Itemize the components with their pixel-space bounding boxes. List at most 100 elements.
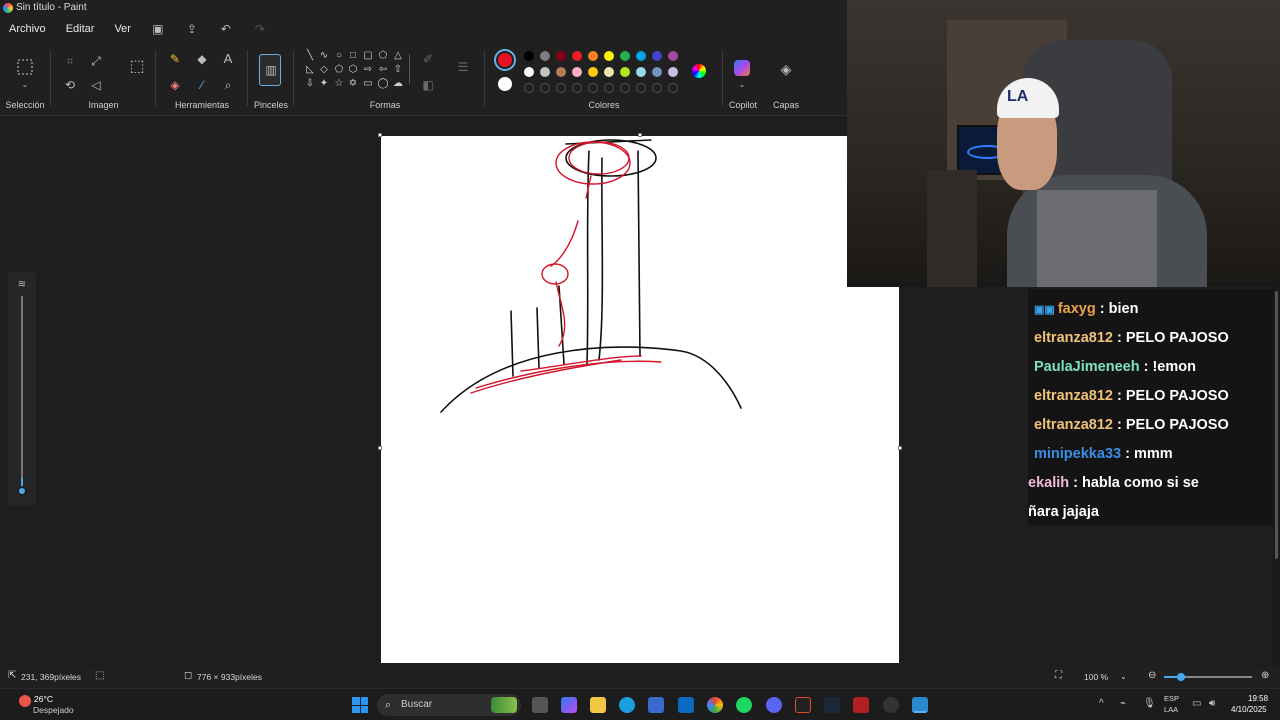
game-app-icon[interactable]	[853, 697, 869, 713]
palette-color-swatch[interactable]	[604, 67, 614, 77]
palette-color-swatch[interactable]	[652, 51, 662, 61]
palette-color-swatch[interactable]	[636, 51, 646, 61]
select-rectangle-icon[interactable]	[17, 59, 33, 75]
share-icon[interactable]: ⇪	[185, 22, 199, 36]
discord-icon[interactable]	[766, 697, 782, 713]
fill-icon[interactable]: ◧	[420, 78, 436, 92]
primary-color-button[interactable]	[494, 49, 516, 71]
brush-button[interactable]: ▥	[259, 54, 281, 86]
file-explorer-icon[interactable]	[590, 697, 606, 713]
resize-handle-left[interactable]	[378, 446, 382, 450]
palette-color-swatch[interactable]	[604, 51, 614, 61]
copilot-taskbar-icon[interactable]	[561, 697, 577, 713]
palette-color-swatch[interactable]	[668, 51, 678, 61]
copilot-icon[interactable]	[734, 60, 750, 76]
resize-handle-top[interactable]	[638, 133, 642, 137]
task-view-icon[interactable]	[532, 697, 548, 713]
network-icon[interactable]: ⌁	[1120, 698, 1126, 709]
custom-color-slot[interactable]	[652, 83, 662, 93]
color-picker-icon[interactable]: ⁄	[194, 78, 210, 92]
resize-handle-right[interactable]	[898, 446, 902, 450]
zoom-slider-thumb[interactable]	[1177, 673, 1185, 681]
resize-handle-tl[interactable]	[378, 133, 382, 137]
custom-color-slot[interactable]	[588, 83, 598, 93]
steam-icon[interactable]	[824, 697, 840, 713]
flip-icon[interactable]: ◁	[88, 78, 104, 92]
custom-color-slot[interactable]	[604, 83, 614, 93]
volume-icon[interactable]: 🔊︎	[1209, 698, 1215, 709]
chevron-up-icon[interactable]: ^	[1099, 698, 1104, 709]
eraser-icon[interactable]: ◈	[167, 78, 183, 92]
windows-start-icon[interactable]	[352, 697, 368, 713]
chevron-down-icon[interactable]: ⌄	[1120, 672, 1127, 681]
weather-icon[interactable]	[19, 695, 31, 707]
edit-colors-icon[interactable]	[692, 64, 706, 78]
palette-color-swatch[interactable]	[556, 67, 566, 77]
save-icon[interactable]: ▣	[151, 22, 165, 36]
layers-icon[interactable]: ◈	[778, 62, 794, 76]
obs-icon[interactable]	[883, 697, 899, 713]
fit-to-window-icon[interactable]: ⛶	[1055, 670, 1062, 681]
fill-bucket-icon[interactable]: ◆	[194, 52, 210, 66]
palette-color-swatch[interactable]	[572, 51, 582, 61]
rotate-icon[interactable]: ⟲	[62, 78, 78, 92]
custom-color-slot[interactable]	[556, 83, 566, 93]
palette-color-swatch[interactable]	[524, 67, 534, 77]
pencil-icon[interactable]: ✎	[167, 52, 183, 66]
clock-date[interactable]: 4/10/2025	[1231, 705, 1267, 714]
custom-color-slot[interactable]	[524, 83, 534, 93]
microphone-icon[interactable]: 🎙︎	[1143, 698, 1156, 709]
magnifier-icon[interactable]: ⌕	[220, 78, 236, 92]
resize-icon[interactable]: ⤢	[88, 54, 104, 68]
chrome-icon[interactable]	[707, 697, 723, 713]
custom-color-slot[interactable]	[620, 83, 630, 93]
custom-color-slot[interactable]	[572, 83, 582, 93]
taskbar-search[interactable]: ⌕ Buscar	[377, 694, 521, 716]
app-icon[interactable]	[795, 697, 811, 713]
palette-color-swatch[interactable]	[652, 67, 662, 77]
redo-icon[interactable]: ↷	[253, 22, 267, 36]
shape-options-icon[interactable]: ☰	[455, 60, 471, 74]
palette-color-swatch[interactable]	[588, 67, 598, 77]
clock-time[interactable]: 19:58	[1248, 694, 1268, 703]
paint-taskbar-icon[interactable]	[912, 697, 928, 713]
palette-color-swatch[interactable]	[668, 67, 678, 77]
custom-color-slot[interactable]	[668, 83, 678, 93]
edge-icon[interactable]	[619, 697, 635, 713]
image-select-icon[interactable]: ⬚	[128, 59, 146, 75]
zoom-in-icon[interactable]: ⊕	[1261, 670, 1269, 681]
display-icon[interactable]: ▭	[1192, 698, 1201, 709]
palette-color-swatch[interactable]	[540, 51, 550, 61]
shapes-gallery[interactable]: ╲ ∿ ○ □ ▢ ⬠ △ ◺ ◇ ⬠ ⬡ ⇨ ⇦ ⇧ ⇩ ✦ ☆ ✡ ▭ ◯ …	[303, 50, 407, 98]
spotify-icon[interactable]	[736, 697, 752, 713]
palette-color-swatch[interactable]	[572, 67, 582, 77]
chevron-down-icon[interactable]: ⌄	[734, 78, 750, 92]
zoom-level[interactable]: 100 %	[1084, 672, 1108, 682]
store-icon[interactable]	[648, 697, 664, 713]
custom-color-slot[interactable]	[540, 83, 550, 93]
palette-color-swatch[interactable]	[540, 67, 550, 77]
menu-edit[interactable]: Editar	[66, 23, 95, 35]
menu-view[interactable]: Ver	[114, 23, 131, 35]
palette-color-swatch[interactable]	[588, 51, 598, 61]
text-tool-icon[interactable]: A	[220, 52, 236, 66]
zoom-out-icon[interactable]: ⊖	[1148, 670, 1156, 681]
palette-color-swatch[interactable]	[620, 51, 630, 61]
chevron-down-icon[interactable]: ⌄	[17, 78, 33, 92]
outlook-icon[interactable]	[678, 697, 694, 713]
crop-icon[interactable]: ⌗	[62, 54, 78, 68]
vertical-zoom-slider[interactable]: ≋	[8, 272, 36, 506]
outline-icon[interactable]: ✐	[420, 52, 436, 66]
menu-file[interactable]: Archivo	[9, 23, 46, 35]
undo-icon[interactable]: ↶	[219, 22, 233, 36]
palette-color-swatch[interactable]	[524, 51, 534, 61]
palette-color-swatch[interactable]	[620, 67, 630, 77]
drawing-canvas[interactable]	[381, 136, 899, 663]
language-top[interactable]: ESP	[1164, 694, 1179, 703]
palette-color-swatch[interactable]	[636, 67, 646, 77]
custom-color-slot[interactable]	[636, 83, 646, 93]
palette-color-swatch[interactable]	[556, 51, 566, 61]
scrollbar[interactable]	[1273, 287, 1280, 667]
secondary-color-button[interactable]	[498, 77, 512, 91]
slider-thumb[interactable]	[17, 486, 27, 496]
